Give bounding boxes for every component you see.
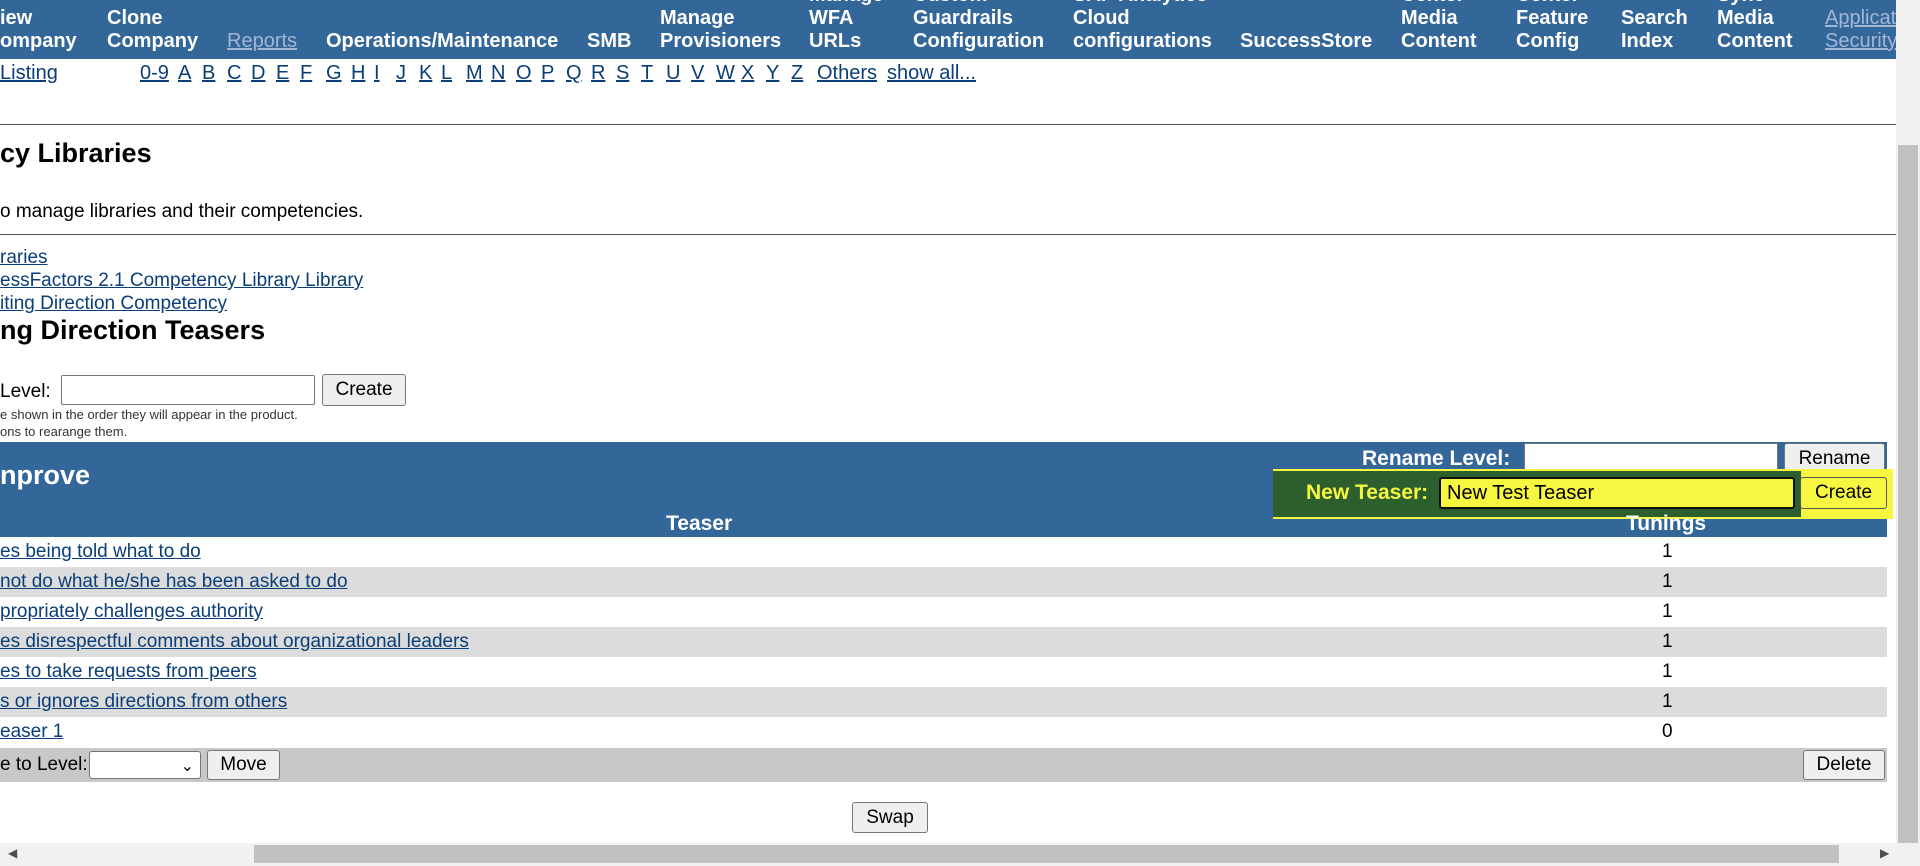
alpha-link-19[interactable]: S (616, 62, 629, 85)
alpha-link-1[interactable]: A (178, 62, 191, 85)
nav-item-8[interactable]: SAP Analytics Cloud configurations (1073, 0, 1212, 53)
nav-item-0[interactable]: iew ompany (0, 7, 77, 53)
alpha-link-26[interactable]: Z (791, 62, 803, 85)
nav-item-7[interactable]: Custom Guardrails Configuration (913, 0, 1044, 53)
new-teaser-input[interactable] (1439, 477, 1795, 509)
move-to-level-label: e to Level: (0, 754, 88, 775)
new-teaser-label: New Teaser: (1306, 481, 1429, 504)
table-row: es being told what to do 1 (0, 537, 1887, 567)
nav-item-6[interactable]: Manage WFA URLs (809, 0, 883, 53)
alpha-link-15[interactable]: O (516, 62, 532, 85)
teaser-link[interactable]: easer 1 (0, 721, 63, 743)
alpha-link-18[interactable]: R (591, 62, 605, 85)
nav-item-2[interactable]: Reports (227, 30, 297, 53)
alpha-link-24[interactable]: X (741, 62, 754, 85)
alpha-link-28[interactable]: show all... (887, 62, 976, 85)
alpha-link-16[interactable]: P (541, 62, 554, 85)
alpha-link-9[interactable]: I (374, 62, 380, 85)
tunings-count: 1 (1662, 661, 1673, 682)
page-title: cy Libraries (0, 138, 152, 168)
vertical-scrollbar-thumb[interactable] (1898, 145, 1918, 843)
top-navigation: iew ompany Clone Company Reports Operations… (0, 0, 1896, 59)
alpha-link-2[interactable]: B (202, 62, 215, 85)
new-level-label: Level: (0, 381, 51, 402)
chevron-down-icon: ⌄ (180, 758, 194, 775)
alpha-link-7[interactable]: G (326, 62, 342, 85)
teaser-link[interactable]: propriately challenges authority (0, 601, 263, 623)
create-teaser-button[interactable]: Create (1800, 477, 1887, 509)
alpha-link-17[interactable]: Q (566, 62, 582, 85)
alpha-link-22[interactable]: V (691, 62, 704, 85)
alpha-link-0[interactable]: 0-9 (140, 62, 169, 85)
table-row: not do what he/she has been asked to do … (0, 567, 1887, 597)
alpha-link-5[interactable]: E (276, 62, 289, 85)
horizontal-scrollbar-thumb[interactable] (254, 845, 1839, 863)
alpha-link-13[interactable]: M (466, 62, 483, 85)
scroll-left-arrow-icon[interactable]: ◀ (8, 846, 17, 860)
rearrange-note: ons to rearange them. (0, 424, 128, 439)
alpha-link-4[interactable]: D (251, 62, 265, 85)
alpha-link-8[interactable]: H (351, 62, 365, 85)
section-title: ng Direction Teasers (0, 315, 266, 345)
teaser-link[interactable]: es to take requests from peers (0, 661, 257, 683)
nav-item-4[interactable]: SMB (587, 30, 631, 53)
column-header-teaser: Teaser (666, 512, 733, 535)
alpha-link-23[interactable]: W (716, 62, 735, 85)
level-name: nprove (0, 460, 91, 490)
nav-item-9[interactable]: SuccessStore (1240, 30, 1372, 53)
divider (0, 124, 1896, 125)
tunings-count: 1 (1662, 571, 1673, 592)
breadcrumb-library[interactable]: essFactors 2.1 Competency Library Librar… (0, 270, 363, 292)
nav-item-5[interactable]: Manage Provisioners (660, 7, 781, 53)
column-header-tunings: Tunings (1626, 512, 1707, 535)
new-level-input[interactable] (61, 375, 315, 405)
nav-item-13[interactable]: Sync Media Content (1717, 0, 1793, 53)
alpha-link-3[interactable]: C (227, 62, 241, 85)
alpha-link-25[interactable]: Y (766, 62, 779, 85)
alpha-link-21[interactable]: U (666, 62, 680, 85)
nav-item-3[interactable]: Operations/Maintenance (326, 30, 558, 53)
alpha-link-12[interactable]: L (441, 62, 452, 85)
teaser-link[interactable]: es being told what to do (0, 541, 201, 563)
nav-item-12[interactable]: Search Index (1621, 7, 1688, 53)
table-row: easer 1 0 (0, 717, 1887, 747)
alpha-link-6[interactable]: F (300, 62, 312, 85)
nav-item-10[interactable]: Center Media Content (1401, 0, 1477, 53)
alpha-link-20[interactable]: T (641, 62, 653, 85)
nav-item-11[interactable]: Center Feature Config (1516, 0, 1588, 53)
teaser-link[interactable]: not do what he/she has been asked to do (0, 571, 348, 593)
level-footer (0, 748, 1887, 782)
scroll-right-arrow-icon[interactable]: ▶ (1880, 846, 1889, 860)
nav-item-14[interactable]: Applicat Security (1825, 7, 1896, 53)
tunings-count: 0 (1662, 721, 1673, 742)
order-note: e shown in the order they will appear in… (0, 407, 298, 422)
divider (0, 234, 1896, 235)
rename-level-label: Rename Level: (1362, 447, 1511, 470)
alpha-link-14[interactable]: N (491, 62, 505, 85)
move-level-select[interactable]: ⌄ (89, 751, 201, 779)
teaser-link[interactable]: es disrespectful comments about organiza… (0, 631, 469, 653)
table-row: es disrespectful comments about organiza… (0, 627, 1887, 657)
swap-button[interactable]: Swap (852, 802, 928, 833)
alpha-link-27[interactable]: Others (817, 62, 877, 85)
tunings-count: 1 (1662, 691, 1673, 712)
tunings-count: 1 (1662, 601, 1673, 622)
move-button[interactable]: Move (207, 750, 280, 780)
alpha-link-10[interactable]: J (396, 62, 406, 85)
delete-button[interactable]: Delete (1803, 750, 1885, 780)
table-row: es to take requests from peers 1 (0, 657, 1887, 687)
alpha-link-11[interactable]: K (419, 62, 432, 85)
breadcrumb-libraries[interactable]: raries (0, 247, 48, 269)
teaser-link[interactable]: s or ignores directions from others (0, 691, 287, 713)
tunings-count: 1 (1662, 541, 1673, 562)
page-description: o manage libraries and their competencie… (0, 201, 364, 222)
breadcrumb-competency[interactable]: iting Direction Competency (0, 293, 227, 315)
table-row: s or ignores directions from others 1 (0, 687, 1887, 717)
tunings-count: 1 (1662, 631, 1673, 652)
listing-link[interactable]: Listing (0, 62, 58, 85)
table-row: propriately challenges authority 1 (0, 597, 1887, 627)
nav-item-1[interactable]: Clone Company (107, 7, 198, 53)
create-level-button[interactable]: Create (322, 374, 406, 406)
